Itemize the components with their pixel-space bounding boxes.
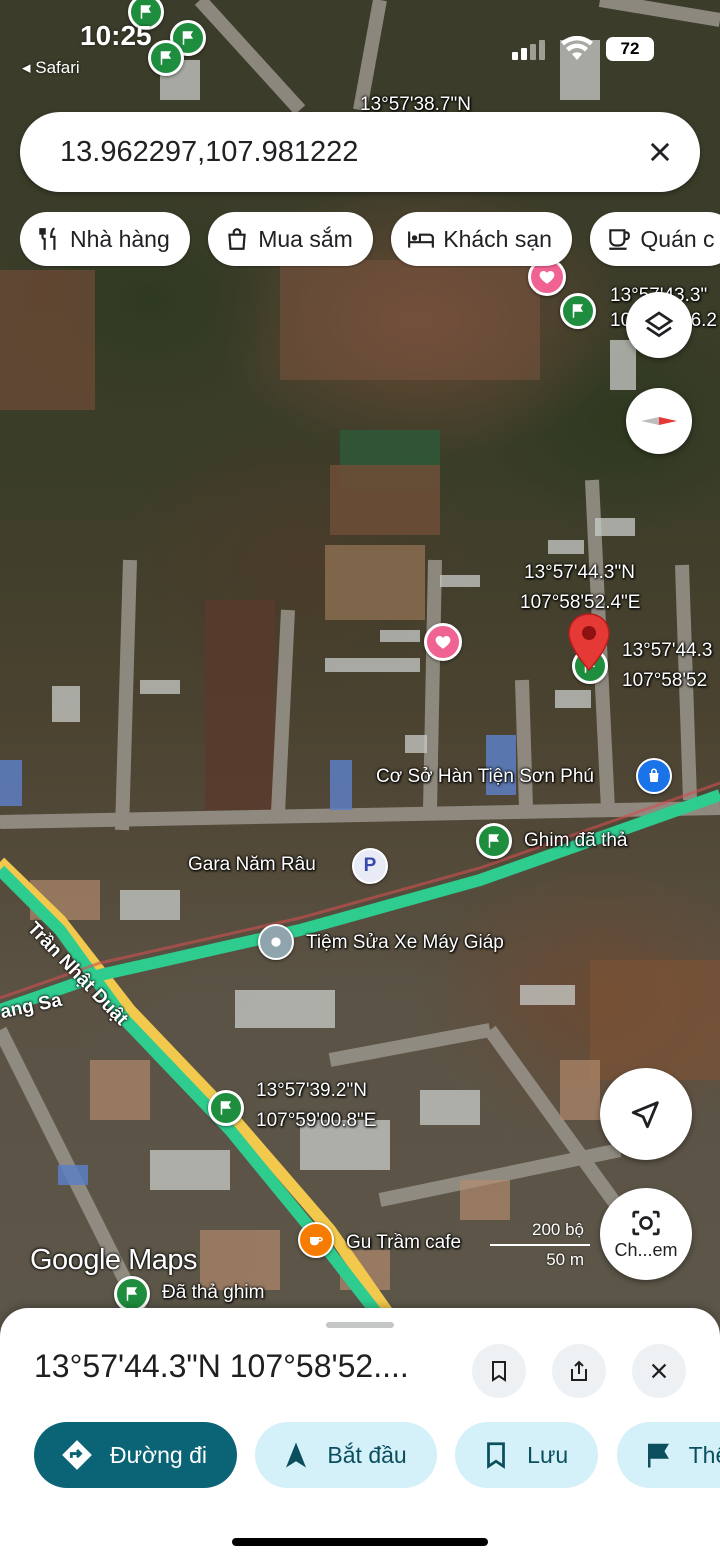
chip-shopping[interactable]: Mua sắm xyxy=(208,212,373,266)
back-to-safari-link[interactable]: ◂ Safari xyxy=(22,58,80,78)
map-pin-icon[interactable] xyxy=(258,924,294,960)
selected-pin-lat: 13°57'44.3"N xyxy=(524,562,635,583)
share-button[interactable] xyxy=(552,1344,606,1398)
heart-icon xyxy=(539,271,555,284)
pin-coord-label: 107°58'52 xyxy=(622,670,708,691)
search-input[interactable]: 13.962297,107.981222 xyxy=(60,136,620,169)
place-label-dropped-pin-2[interactable]: Đã thả ghim xyxy=(162,1282,264,1304)
clear-search-button[interactable] xyxy=(620,112,700,192)
save-bookmark-button[interactable] xyxy=(472,1344,526,1398)
dropped-pin-marker[interactable] xyxy=(114,1276,150,1312)
camera-search-button[interactable]: Ch...em xyxy=(600,1188,692,1280)
heart-icon xyxy=(435,636,451,649)
flag-icon xyxy=(647,1443,669,1468)
category-chips: Nhà hàng Mua sắm Khách sạn Quán c xyxy=(20,212,720,268)
flag-icon xyxy=(572,304,584,318)
start-navigation-button[interactable]: Bắt đầu xyxy=(255,1422,437,1488)
directions-icon xyxy=(62,1440,92,1470)
flag-icon xyxy=(220,1101,232,1115)
camera-search-label: Ch...em xyxy=(614,1239,678,1260)
chip-hotels[interactable]: Khách sạn xyxy=(391,212,572,266)
selected-pin-lng: 107°58'52.4"E xyxy=(520,592,641,613)
home-indicator[interactable] xyxy=(232,1538,488,1546)
bookmark-icon xyxy=(487,1442,506,1469)
action-buttons-row: Đường đi Bắt đầu Lưu Thêm xyxy=(34,1422,720,1490)
compass-icon xyxy=(641,417,677,425)
share-icon xyxy=(571,1360,587,1381)
status-time: 10:25 xyxy=(80,20,152,51)
place-label-garage[interactable]: Gara Năm Râu xyxy=(188,854,316,876)
place-bottom-sheet[interactable]: 13°57'44.3"N 107°58'52.... Đường đi Bắt … xyxy=(0,1308,720,1560)
place-label-cafe[interactable]: Gu Trầm cafe xyxy=(346,1232,461,1254)
layers-icon xyxy=(644,311,674,338)
wifi-icon xyxy=(561,36,593,60)
directions-button[interactable]: Đường đi xyxy=(34,1422,237,1488)
selected-location-pin-icon[interactable] xyxy=(566,612,612,674)
shopping-bag-icon xyxy=(228,228,246,250)
dropped-pin-marker[interactable] xyxy=(476,823,512,859)
close-icon xyxy=(651,1363,667,1379)
flag-icon xyxy=(182,31,194,45)
flag-icon xyxy=(160,51,172,65)
google-maps-logo: Google Maps xyxy=(30,1244,198,1276)
fork-knife-icon xyxy=(39,227,56,250)
search-bar[interactable]: 13.962297,107.981222 xyxy=(20,112,700,192)
chip-cafes[interactable]: Quán c xyxy=(590,212,720,266)
pin-coord-label: 13°57'39.2"N xyxy=(256,1080,367,1101)
battery-indicator: 72 xyxy=(606,37,654,61)
place-label-repair[interactable]: Tiệm Sửa Xe Máy Giáp xyxy=(306,932,504,954)
flag-icon xyxy=(488,834,500,848)
place-title: 13°57'44.3"N 107°58'52.... xyxy=(34,1348,409,1384)
camera-icon xyxy=(632,1210,660,1235)
bed-icon xyxy=(408,231,435,248)
add-more-button[interactable]: Thêm xyxy=(616,1422,720,1488)
flag-icon xyxy=(140,5,152,19)
navigation-arrow-icon xyxy=(631,1101,659,1129)
pin-coord-label: 13°57'44.3 xyxy=(622,640,713,661)
compass-button[interactable] xyxy=(626,388,692,454)
dropped-pin-marker[interactable] xyxy=(560,293,596,329)
save-button[interactable]: Lưu xyxy=(455,1422,599,1488)
dropped-pin-marker[interactable] xyxy=(208,1090,244,1126)
chip-restaurants[interactable]: Nhà hàng xyxy=(20,212,190,266)
map-scale: 200 bộ 50 m xyxy=(490,1220,590,1272)
bookmark-icon xyxy=(492,1361,506,1382)
pin-coord-label: 107°59'00.8"E xyxy=(256,1110,377,1131)
layers-button[interactable] xyxy=(626,292,692,358)
coffee-icon xyxy=(609,229,631,250)
sheet-drag-handle[interactable] xyxy=(326,1322,394,1328)
saved-place-marker[interactable] xyxy=(424,623,462,661)
my-location-button[interactable] xyxy=(600,1068,692,1160)
close-icon xyxy=(650,142,670,162)
flag-icon xyxy=(126,1287,138,1301)
close-sheet-button[interactable] xyxy=(632,1344,686,1398)
cellular-signal-icon xyxy=(512,40,545,60)
coffee-icon[interactable] xyxy=(298,1222,334,1258)
navigation-arrow-icon xyxy=(286,1442,307,1468)
parking-icon[interactable]: P xyxy=(352,848,388,884)
place-label-shop[interactable]: Cơ Sở Hàn Tiện Sơn Phú xyxy=(376,766,594,788)
place-label-dropped-pin[interactable]: Ghim đã thả xyxy=(524,830,628,852)
dropped-pin-marker[interactable] xyxy=(148,40,184,76)
shopping-bag-icon[interactable] xyxy=(636,758,672,794)
